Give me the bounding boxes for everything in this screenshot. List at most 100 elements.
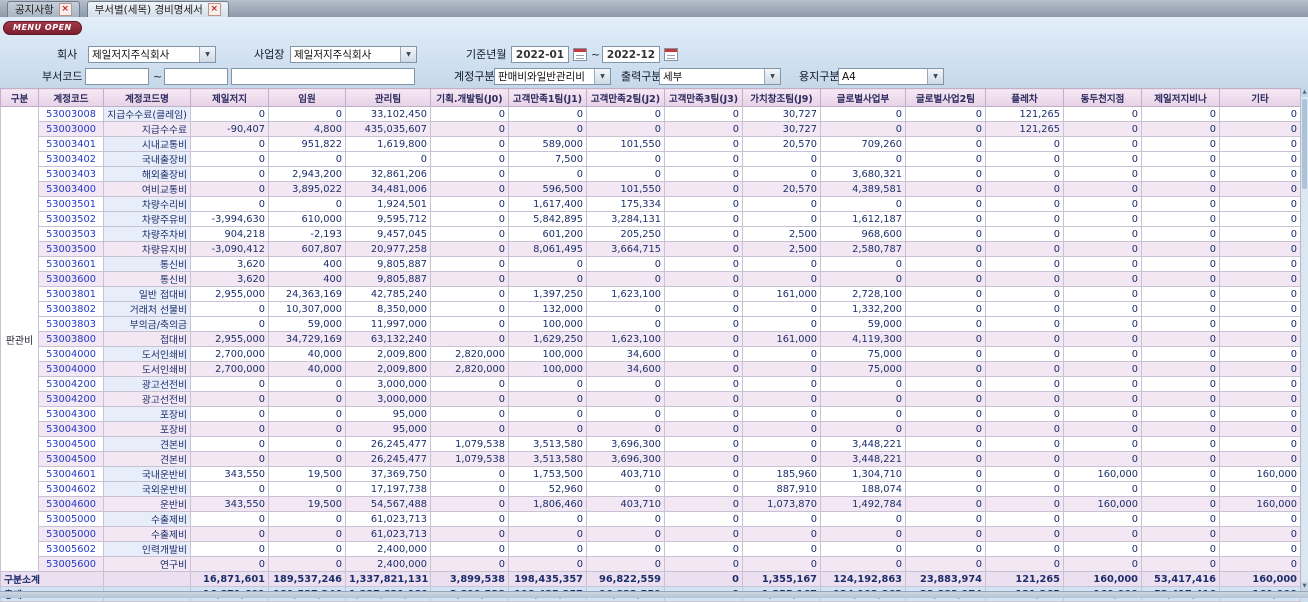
scroll-up-icon[interactable]: ▲ xyxy=(1301,88,1308,97)
value-cell: 0 xyxy=(1219,301,1301,317)
value-cell: 3,895,022 xyxy=(268,181,346,197)
table-row[interactable]: 53003600 통신비 3,620 400 9,805,887 0 0 0 0 0 0 0 0 0 0 0 xyxy=(1,271,1301,287)
scrollbar-thumb[interactable] xyxy=(1302,99,1307,189)
value-cell: 0 xyxy=(508,391,587,407)
value-cell: 0 xyxy=(190,196,269,212)
paper-type-select[interactable]: A4 ▼ xyxy=(838,68,944,85)
close-icon[interactable]: × xyxy=(58,3,72,16)
output-type-select[interactable]: 세부 ▼ xyxy=(659,68,781,85)
close-icon[interactable]: × xyxy=(207,3,221,16)
horizontal-scrollbar[interactable] xyxy=(0,591,1308,598)
value-cell: 1,079,538 xyxy=(430,451,509,467)
account-code-cell: 53004200 xyxy=(38,391,104,407)
subtotal-row[interactable]: 구분소계 16,871,601 189,537,246 1,337,821,131 3,… xyxy=(0,571,1301,587)
scroll-down-icon[interactable]: ▼ xyxy=(1301,582,1308,591)
value-cell: 0 xyxy=(1063,271,1142,287)
vertical-scrollbar[interactable]: ▲ ▼ xyxy=(1300,88,1308,591)
value-cell: 0 xyxy=(268,376,346,392)
value-cell: 0 xyxy=(985,526,1064,542)
table-row[interactable]: 53004500 견본비 0 0 26,245,477 1,079,538 3,513,58… xyxy=(1,436,1301,452)
table-row[interactable]: 53004601 국내운반비 343,550 19,500 37,369,750 0 1,7… xyxy=(1,466,1301,482)
value-cell: 0 xyxy=(1141,376,1220,392)
dept-code-to-input[interactable] xyxy=(164,68,228,85)
value-cell: 0 xyxy=(1219,481,1301,497)
table-row[interactable]: 53003502 차량주유비 -3,994,630 610,000 9,595,712 0… xyxy=(1,211,1301,227)
account-code-cell: 53003501 xyxy=(38,196,104,212)
table-row[interactable]: 53004000 도서인쇄비 2,700,000 40,000 2,009,800 2,8… xyxy=(1,361,1301,377)
value-cell: 0 xyxy=(985,166,1064,182)
table-row[interactable]: 53003802 거래처 선물비 0 10,307,000 8,350,000 0 132,… xyxy=(1,301,1301,317)
value-cell: 0 xyxy=(985,136,1064,152)
value-cell: 0 xyxy=(1063,541,1142,557)
value-cell: 40,000 xyxy=(268,346,346,362)
table-row[interactable]: 53003601 통신비 3,620 400 9,805,887 0 0 0 0 0 0 0 0 0 0 0 xyxy=(1,256,1301,272)
select-value: 판매비와일반관리비 xyxy=(498,71,585,83)
dept-name-input[interactable] xyxy=(231,68,415,85)
table-row[interactable]: 53005600 연구비 0 0 2,400,000 0 0 0 0 0 0 0 0 0 0 0 xyxy=(1,556,1301,572)
value-cell: 0 xyxy=(985,406,1064,422)
value-cell: 607,807 xyxy=(268,241,346,257)
value-cell: 0 xyxy=(905,451,986,467)
table-row[interactable]: 53004600 운반비 343,550 19,500 54,567,488 0 1,806… xyxy=(1,496,1301,512)
table-row[interactable]: 53003403 해외출장비 0 2,943,200 32,861,206 0 0 0 0 0 3,… xyxy=(1,166,1301,182)
table-row[interactable]: 53003503 차량주차비 904,218 -2,193 9,457,045 0 601,… xyxy=(1,226,1301,242)
menu-open-button[interactable]: MENU OPEN xyxy=(3,21,82,35)
table-row[interactable]: 53003402 국내출장비 0 0 0 0 7,500 0 0 0 0 0 0 0 0 0 xyxy=(1,151,1301,167)
value-cell: 0 xyxy=(664,256,743,272)
value-cell: -2,193 xyxy=(268,226,346,242)
value-cell: 0 xyxy=(190,316,269,332)
table-row[interactable]: 53003501 차량수리비 0 0 1,924,501 0 1,617,400 175,33… xyxy=(1,196,1301,212)
tab-expense-report[interactable]: 부서별(세목) 경비명세서 × xyxy=(86,1,229,17)
table-row[interactable]: 53004200 광고선전비 0 0 3,000,000 0 0 0 0 0 0 0 0 0 0 0 xyxy=(1,391,1301,407)
value-cell: 0 xyxy=(190,451,269,467)
table-row[interactable]: 53004500 견본비 0 0 26,245,477 1,079,538 3,513,58… xyxy=(1,451,1301,467)
table-row[interactable]: 53003800 접대비 2,955,000 34,729,169 63,132,240… xyxy=(1,331,1301,347)
table-row[interactable]: 53004300 포장비 0 0 95,000 0 0 0 0 0 0 0 0 0 0 0 xyxy=(1,421,1301,437)
value-cell: 9,457,045 xyxy=(345,226,431,242)
value-cell: 0 xyxy=(1141,421,1220,437)
value-cell: 0 xyxy=(664,421,743,437)
value-cell: 0 xyxy=(268,196,346,212)
value-cell: 33,102,450 xyxy=(345,106,431,122)
value-cell: 0 xyxy=(1219,226,1301,242)
value-cell: 0 xyxy=(742,451,821,467)
period-from-input[interactable] xyxy=(511,46,569,63)
tab-notice[interactable]: 공지사항 × xyxy=(7,1,80,17)
value-cell: 0 xyxy=(985,421,1064,437)
calendar-icon[interactable] xyxy=(664,48,678,61)
value-cell: 0 xyxy=(664,571,743,587)
value-cell: 0 xyxy=(1141,466,1220,482)
account-type-select[interactable]: 판매비와일반관리비 ▼ xyxy=(494,68,611,85)
value-cell: 0 xyxy=(268,526,346,542)
company-select[interactable]: 제일저지주식회사 ▼ xyxy=(88,46,216,63)
value-cell: 34,481,006 xyxy=(345,181,431,197)
value-cell: 0 xyxy=(1141,181,1220,197)
table-row[interactable]: 53005000 수출제비 0 0 61,023,713 0 0 0 0 0 0 0 0 0 0 0 xyxy=(1,511,1301,527)
table-row[interactable]: 53004000 도서인쇄비 2,700,000 40,000 2,009,800 2,8… xyxy=(1,346,1301,362)
table-row[interactable]: 53005602 인력개발비 0 0 2,400,000 0 0 0 0 0 0 0 0 0 0 0 xyxy=(1,541,1301,557)
dept-code-from-input[interactable] xyxy=(85,68,149,85)
value-cell: 0 xyxy=(905,196,986,212)
table-row[interactable]: 53003803 부의금/축의금 0 59,000 11,997,000 0 100,000… xyxy=(1,316,1301,332)
table-row[interactable]: 53004200 광고선전비 0 0 3,000,000 0 0 0 0 0 0 0 0 0 0 0 xyxy=(1,376,1301,392)
period-to-input[interactable] xyxy=(602,46,660,63)
paper-type-label: 용지구분 xyxy=(799,70,840,83)
table-row[interactable]: 53005000 수출제비 0 0 61,023,713 0 0 0 0 0 0 0 0 0 0 0 xyxy=(1,526,1301,542)
value-cell: 0 xyxy=(430,391,509,407)
table-row[interactable]: 판관비 53003008 지급수수료(클레임) 0 0 33,102,450 0 0 0 0 30,… xyxy=(0,106,1301,572)
table-row[interactable]: 53003000 지급수수료 -90,407 4,800 435,035,607 0 0 0 0… xyxy=(1,121,1301,137)
table-row[interactable]: 53003801 일반 접대비 2,955,000 24,363,169 42,785,… xyxy=(1,286,1301,302)
table-row[interactable]: 53003400 여비교통비 0 3,895,022 34,481,006 0 596,50… xyxy=(1,181,1301,197)
value-cell: 0 xyxy=(985,346,1064,362)
value-cell: 0 xyxy=(508,166,587,182)
site-select[interactable]: 제일저지주식회사 ▼ xyxy=(290,46,417,63)
table-row[interactable]: 53004602 국외운반비 0 0 17,197,738 0 52,960 0 0 887,91… xyxy=(1,481,1301,497)
table-row[interactable]: 53003500 차량유지비 -3,090,412 607,807 20,977,258… xyxy=(1,241,1301,257)
value-cell: 2,820,000 xyxy=(430,346,509,362)
calendar-icon[interactable] xyxy=(573,48,587,61)
total-label-cell: 구분소계 xyxy=(0,571,104,587)
value-cell: 2,728,100 xyxy=(820,286,906,302)
chevron-down-icon: ▼ xyxy=(927,69,943,84)
table-row[interactable]: 53003401 시내교통비 0 951,822 1,619,800 0 589,000 10… xyxy=(1,136,1301,152)
table-row[interactable]: 53004300 포장비 0 0 95,000 0 0 0 0 0 0 0 0 0 0 0 xyxy=(1,406,1301,422)
